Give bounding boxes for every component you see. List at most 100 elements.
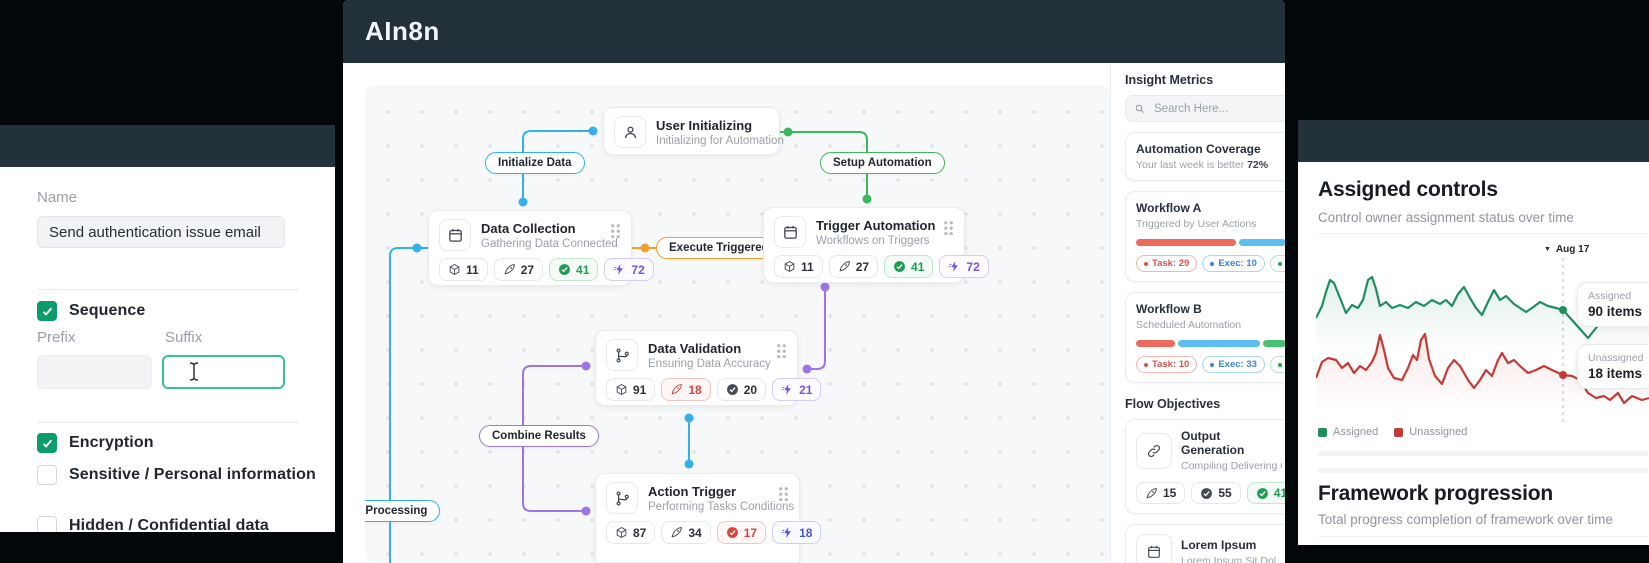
- rocket-badge[interactable]: 15: [1136, 482, 1186, 504]
- progress-bar: [1136, 340, 1285, 347]
- tooltip-label: Unassigned: [1588, 352, 1644, 364]
- date-annotation: ▼ Aug 17: [1544, 244, 1590, 255]
- divider: [1318, 536, 1649, 537]
- bolt-badge[interactable]: 72: [939, 255, 989, 278]
- search-input[interactable]: [1152, 101, 1272, 116]
- check-badge[interactable]: 17: [716, 521, 767, 544]
- bolt-badge[interactable]: 18: [772, 521, 822, 544]
- text-cursor-icon: [189, 362, 199, 381]
- cube-badge[interactable]: 91: [606, 378, 656, 401]
- left-panel-header-strip: [0, 125, 335, 167]
- divider: [1318, 233, 1649, 234]
- workflow-b-card[interactable]: Workflow B Scheduled Automation Task: 10…: [1125, 292, 1285, 383]
- assigned-controls-title: Assigned controls: [1318, 178, 1498, 201]
- search-box[interactable]: [1125, 95, 1285, 122]
- hidden-label: Hidden / Confidential data: [69, 517, 269, 532]
- suffix-input-focused[interactable]: [162, 355, 285, 389]
- coverage-value: 72%: [1247, 159, 1269, 171]
- app-title: AIn8n: [365, 16, 440, 46]
- encryption-checkbox-checked[interactable]: [37, 433, 57, 453]
- drag-handle-icon[interactable]: [943, 220, 954, 235]
- check-badge[interactable]: 20: [716, 378, 767, 401]
- cube-badge[interactable]: 11: [439, 258, 488, 281]
- encryption-checkbox-row[interactable]: Encryption: [37, 433, 154, 453]
- charts-panel: Assigned controls Control owner assignme…: [1298, 162, 1649, 545]
- check-badge[interactable]: 41: [884, 255, 934, 278]
- check-badge[interactable]: 41: [1246, 482, 1285, 504]
- check-badge[interactable]: 41: [549, 258, 599, 281]
- edge-label-initialize-data[interactable]: Initialize Data: [485, 152, 585, 174]
- sequence-label: Sequence: [69, 302, 146, 319]
- calendar-icon: [1136, 534, 1172, 563]
- drag-handle-icon[interactable]: [776, 343, 787, 358]
- task-badge[interactable]: Task: 29: [1136, 255, 1198, 272]
- node-trigger-automation[interactable]: Trigger Automation Workflows on Triggers…: [763, 207, 989, 283]
- bolt-badge[interactable]: 21: [772, 378, 822, 401]
- prefix-label: Prefix: [37, 329, 76, 346]
- done-badge[interactable]: Done: 1: [1269, 356, 1285, 373]
- screenshot-stage: Name Sequence Prefix Suffix Encryption S…: [0, 0, 1649, 563]
- prefix-input[interactable]: [37, 355, 152, 389]
- sensitive-checkbox-unchecked[interactable]: [37, 465, 57, 485]
- exec-badge[interactable]: Exec: 33: [1202, 356, 1265, 373]
- left-form-panel: Name Sequence Prefix Suffix Encryption S…: [0, 167, 335, 532]
- node-title: Data Collection: [481, 220, 576, 236]
- node-badges: 11 27 41 72: [774, 255, 989, 278]
- drag-handle-icon[interactable]: [778, 486, 789, 501]
- hidden-checkbox-unchecked[interactable]: [37, 516, 57, 532]
- divider: [1318, 468, 1649, 473]
- node-subtitle: Workflows on Triggers: [816, 234, 930, 247]
- drag-handle-icon[interactable]: [610, 223, 621, 238]
- workflow-a-card[interactable]: Workflow A Triggered by User Actions Tas…: [1125, 191, 1285, 282]
- edge-label-ct-processing[interactable]: ct Processing: [365, 500, 441, 522]
- lorem-ipsum-card[interactable]: Lorem Ipsum Lorem Ipsum Sit Dol: [1125, 524, 1285, 563]
- exec-badge[interactable]: Exec: 10: [1202, 255, 1265, 272]
- node-title: Trigger Automation: [816, 217, 936, 233]
- progress-bar: [1136, 239, 1285, 246]
- node-user-initializing[interactable]: User Initializing Initializing for Autom…: [603, 107, 784, 155]
- node-data-collection[interactable]: Data Collection Gathering Data Connected…: [428, 210, 654, 286]
- encryption-label: Encryption: [69, 434, 154, 451]
- sequence-checkbox-checked[interactable]: [37, 301, 57, 321]
- node-badges: 11 27 41 72: [439, 258, 654, 281]
- edge-label-combine-results[interactable]: Combine Results: [479, 425, 599, 447]
- flow-objectives-title: Flow Objectives: [1125, 397, 1221, 411]
- insight-metrics-sidebar: Insight Metrics Automation Coverage Your…: [1110, 63, 1285, 563]
- done-badge[interactable]: Done: 1: [1269, 255, 1285, 272]
- automation-coverage-card[interactable]: Automation Coverage Your last week is be…: [1125, 132, 1285, 181]
- rocket-badge[interactable]: 34: [661, 521, 711, 544]
- node-action-trigger[interactable]: Action Trigger Performing Tasks Conditio…: [595, 473, 822, 563]
- node-data-validation[interactable]: Data Validation Ensuring Data Accuracy 9…: [595, 330, 822, 406]
- cube-badge[interactable]: 87: [606, 521, 656, 544]
- card-title: Output Generation: [1181, 429, 1245, 457]
- sequence-checkbox-row[interactable]: Sequence: [37, 301, 145, 321]
- divider: [1318, 451, 1649, 456]
- tooltip-label: Assigned: [1588, 290, 1632, 302]
- check-badge[interactable]: 55: [1191, 482, 1241, 504]
- rocket-badge[interactable]: 27: [493, 258, 544, 281]
- edge-label-setup-automation[interactable]: Setup Automation: [820, 152, 945, 174]
- card-subtitle: Scheduled Automation: [1136, 319, 1242, 331]
- card-subtitle: Lorem Ipsum Sit Dol: [1181, 554, 1277, 563]
- objective-badges: 15 55 41: [1136, 482, 1285, 504]
- link-icon: [1136, 432, 1172, 469]
- bolt-badge[interactable]: 72: [604, 258, 654, 281]
- tooltip-value: 18 items: [1588, 366, 1643, 381]
- rocket-badge[interactable]: 27: [828, 255, 879, 278]
- sensitive-checkbox-row[interactable]: Sensitive / Personal information: [37, 465, 316, 485]
- task-badge[interactable]: Task: 10: [1136, 356, 1198, 373]
- output-generation-card[interactable]: Output Generation Compiling Delivering O…: [1125, 419, 1285, 514]
- chart-legend: Assigned Unassigned: [1318, 426, 1467, 438]
- hidden-checkbox-row[interactable]: Hidden / Confidential data: [37, 516, 269, 532]
- card-subtitle: Compiling Delivering O: [1181, 460, 1282, 472]
- sidebar-title: Insight Metrics: [1125, 73, 1214, 87]
- app-header: AIn8n: [343, 0, 1285, 63]
- workflow-canvas[interactable]: Initialize Data Setup Automation Execute…: [365, 85, 1110, 563]
- framework-progression-subtitle: Total progress completion of framework o…: [1318, 512, 1613, 527]
- divider: [37, 289, 299, 290]
- tooltip-value: 90 items: [1588, 304, 1643, 319]
- name-input[interactable]: [37, 216, 285, 248]
- node-subtitle: Gathering Data Connected: [481, 237, 618, 250]
- rocket-badge[interactable]: 18: [661, 378, 711, 401]
- cube-badge[interactable]: 11: [774, 255, 823, 278]
